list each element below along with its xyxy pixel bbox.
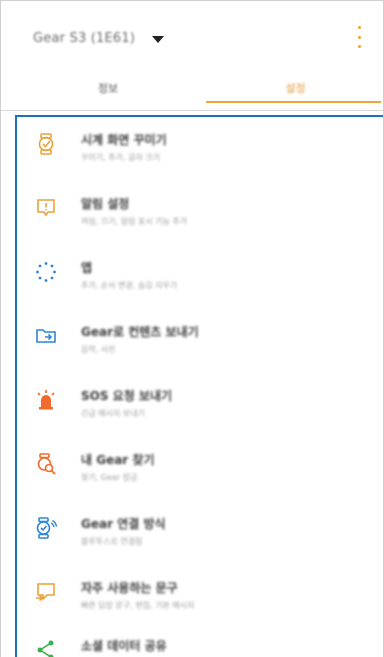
apps-icon [35, 261, 57, 283]
item-title: SOS 요청 보내기 [81, 389, 173, 403]
item-title: 알림 설정 [81, 197, 130, 211]
item-subtitle: 블루투스로 연결됨 [81, 537, 143, 546]
list-item-apps[interactable]: 앱 추가, 순서 변경, 숨김 지우기 [17, 247, 383, 311]
tab-info[interactable]: 정보 [15, 73, 201, 110]
find-gear-icon [35, 453, 57, 475]
item-subtitle: 빠른 답장 문구, 편집, 기본 메시지 [81, 601, 195, 610]
list-item-sos[interactable]: SOS 요청 보내기 긴급 메시지 보내기 [17, 375, 383, 439]
item-subtitle: 찾기, Gear 잠금 [81, 473, 138, 482]
send-content-icon [35, 325, 57, 347]
list-item-notifications[interactable]: 알림 설정 켜짐, 끄기, 알림 표시 기능 추가 [17, 183, 383, 247]
item-title: 소셜 데이터 공유 [81, 639, 167, 653]
chevron-down-icon[interactable] [152, 36, 164, 43]
watch-face-icon [35, 133, 57, 155]
connection-icon [35, 517, 58, 539]
quick-reply-icon [35, 581, 57, 603]
app-bar: Gear S3 (1E61) [1, 1, 383, 73]
item-subtitle: 꾸미기, 추가, 글자 크기 [81, 153, 160, 162]
sos-icon [35, 389, 57, 411]
device-selector-label[interactable]: Gear S3 (1E61) [33, 31, 135, 46]
list-item-connection[interactable]: Gear 연결 방식 블루투스로 연결됨 [17, 503, 383, 567]
item-subtitle: 켜짐, 끄기, 알림 표시 기능 추가 [81, 217, 188, 226]
item-subtitle: 추가, 순서 변경, 숨김 지우기 [81, 281, 178, 290]
tab-indicator [206, 101, 381, 103]
more-vert-icon[interactable] [353, 26, 365, 48]
list-item-social-share[interactable]: 소셜 데이터 공유 [17, 625, 383, 657]
item-title: 앱 [81, 261, 93, 275]
list-item-watch-face[interactable]: 시계 화면 꾸미기 꾸미기, 추가, 글자 크기 [17, 119, 383, 183]
item-title: 내 Gear 찾기 [81, 453, 155, 467]
gear-settings-screen: Gear S3 (1E61) 정보 설정 시계 화면 꾸미기 꾸미기, 추가, … [0, 0, 384, 657]
item-title: Gear로 컨텐츠 보내기 [81, 325, 199, 339]
item-title: 자주 사용하는 문구 [81, 581, 178, 595]
share-icon [35, 639, 57, 657]
item-title: 시계 화면 꾸미기 [81, 133, 167, 147]
item-title: Gear 연결 방식 [81, 517, 166, 531]
tab-settings[interactable]: 설정 [206, 73, 383, 110]
list-item-quick-replies[interactable]: 자주 사용하는 문구 빠른 답장 문구, 편집, 기본 메시지 [17, 567, 383, 631]
item-subtitle: 긴급 메시지 보내기 [81, 409, 145, 418]
notification-icon [35, 197, 57, 219]
item-subtitle: 음악, 사진 [81, 345, 116, 354]
list-item-find-gear[interactable]: 내 Gear 찾기 찾기, Gear 잠금 [17, 439, 383, 503]
tab-bar: 정보 설정 [1, 73, 383, 111]
list-item-send-content[interactable]: Gear로 컨텐츠 보내기 음악, 사진 [17, 311, 383, 375]
